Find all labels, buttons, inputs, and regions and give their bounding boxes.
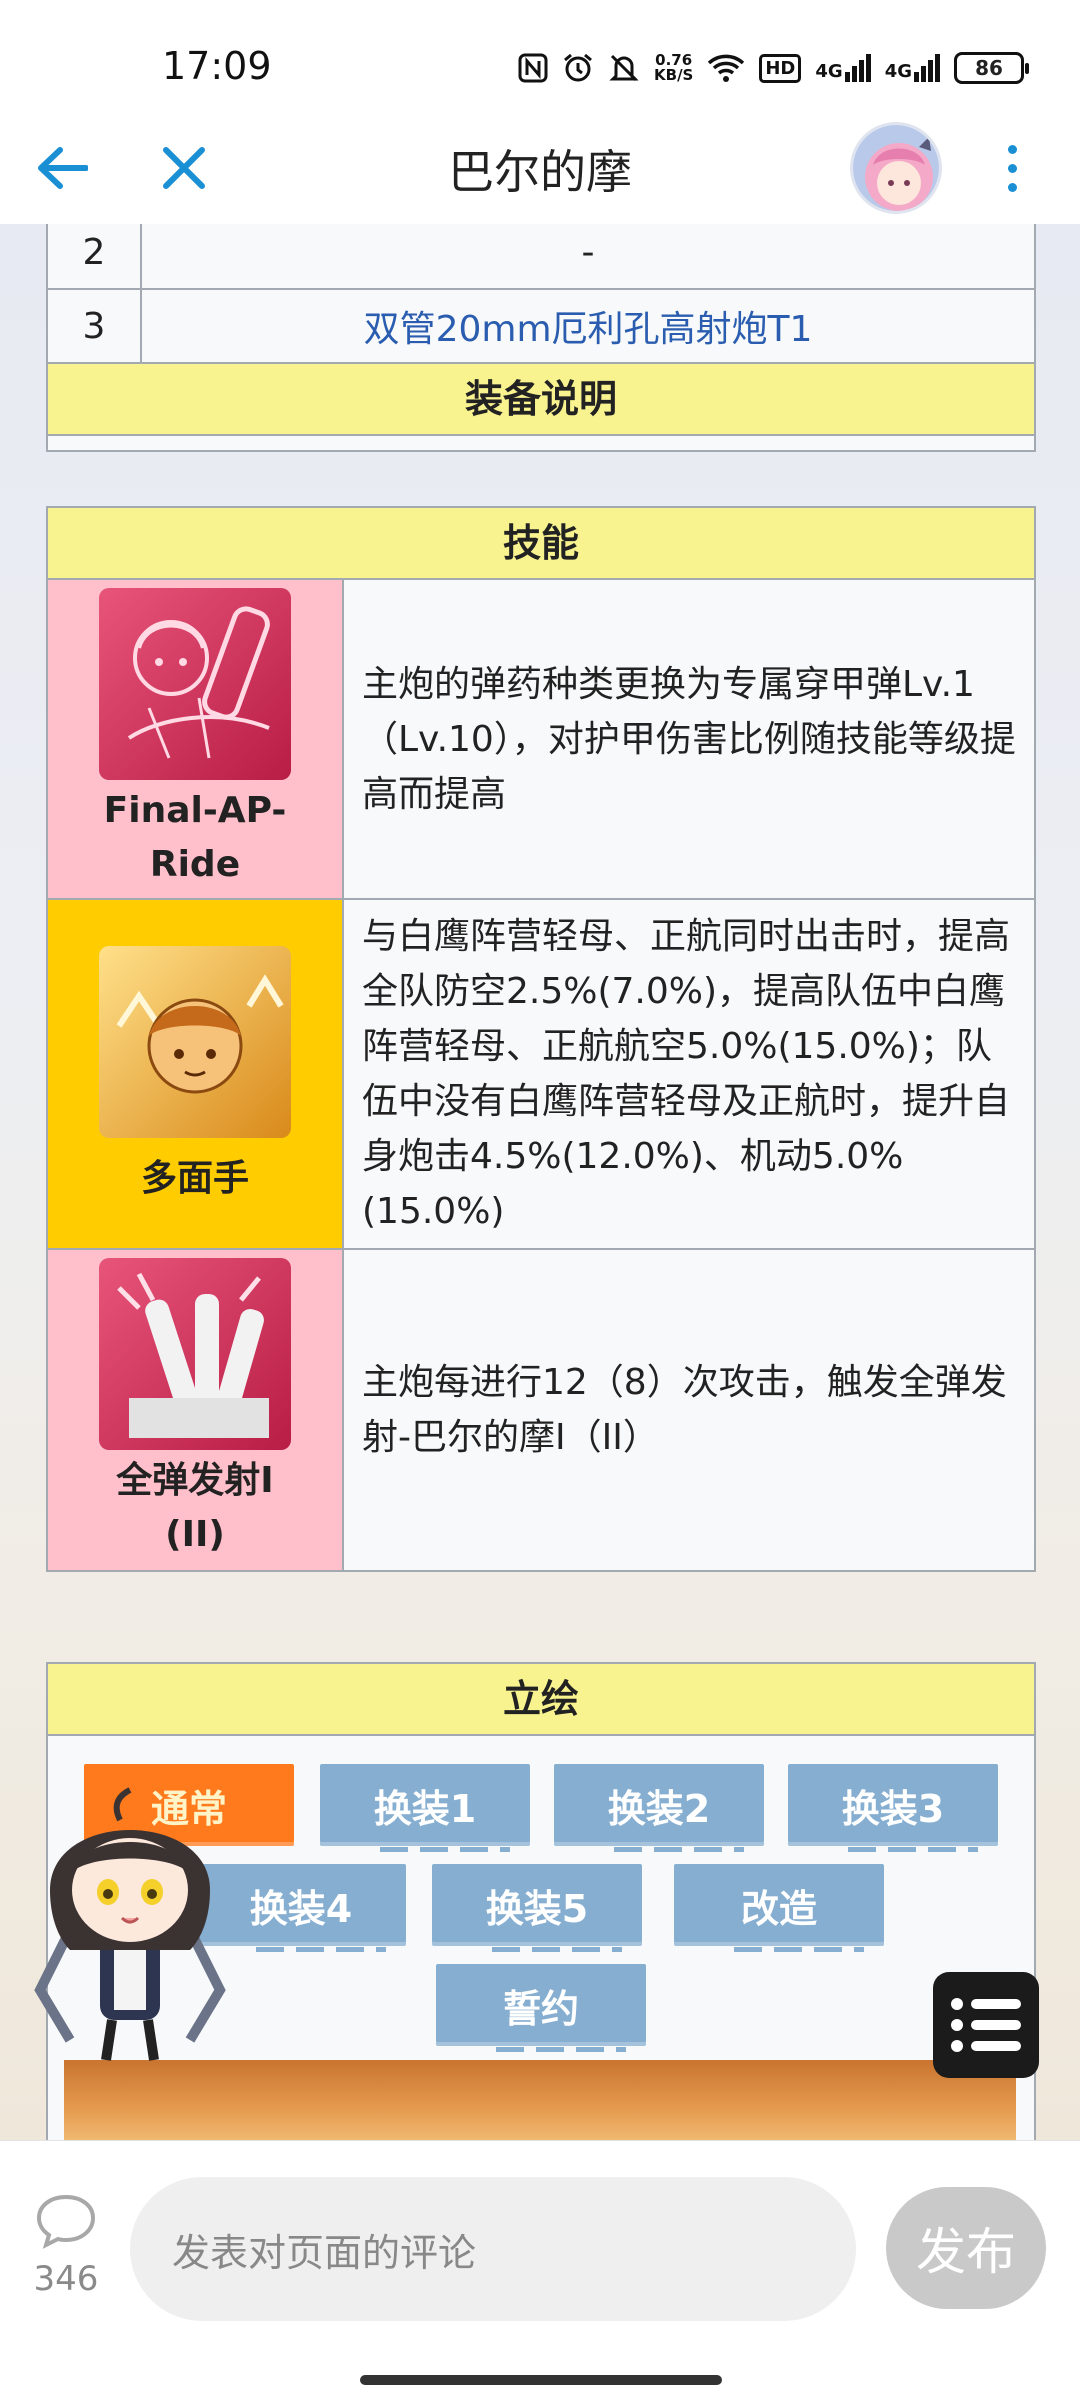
skill-description: 与白鹰阵营轻母、正航同时出击时，提高全队防空2.5%(7.0%)，提高队伍中白鹰…: [362, 916, 1011, 1232]
equipment-table: 2 - 3 双管20mm厄利孔高射炮T1 装备说明: [46, 224, 1036, 452]
tab-label: 换装3: [841, 1786, 945, 1831]
list-icon: [951, 1998, 1021, 2052]
skill-row: 多面手 与白鹰阵营轻母、正航同时出击时，提高全队防空2.5%(7.0%)，提高队…: [48, 900, 1034, 1250]
mascot-chibi[interactable]: [30, 1780, 230, 2070]
tab-label: 换装1: [373, 1786, 477, 1831]
illustration-header: 立绘: [48, 1664, 1034, 1736]
tab-skin-5[interactable]: 换装5: [432, 1864, 642, 1952]
skill-barrage-icon[interactable]: [99, 1258, 291, 1450]
more-dot: [1007, 163, 1017, 173]
comment-bar: 346 发表对页面的评论 发布: [0, 2140, 1080, 2400]
tab-skin-3[interactable]: 换装3: [788, 1764, 998, 1852]
back-button[interactable]: [28, 134, 96, 202]
battery-icon: 86: [954, 52, 1029, 84]
toc-menu-button[interactable]: [933, 1972, 1039, 2078]
signal-4g-icon: 4G: [815, 54, 871, 82]
equipment-link[interactable]: 双管20mm厄利孔高射炮T1: [142, 290, 1034, 362]
arrow-left-icon: [38, 147, 88, 189]
status-bar: 17:09 0.76 KB/S HD 4G 4G 86: [0, 0, 1080, 112]
user-avatar[interactable]: [850, 122, 942, 214]
tab-label: 换装4: [249, 1886, 353, 1931]
mute-bell-icon: [608, 52, 640, 84]
skill-description: 主炮每进行12（8）次攻击，触发全弹发射-巴尔的摩I（II）: [362, 1362, 1007, 1458]
tab-label: 改造: [740, 1886, 817, 1931]
equipment-slot-number: 3: [48, 290, 142, 362]
tab-oath[interactable]: 誓约: [436, 1964, 646, 2052]
skill-icon-cell: Final-AP-Ride: [48, 580, 344, 898]
signal-4g-icon-2: 4G: [885, 54, 940, 82]
nfc-icon: [518, 53, 548, 83]
skill-name: 全弹发射I (II): [116, 1460, 274, 1555]
alarm-icon: [562, 52, 594, 84]
home-indicator[interactable]: [360, 2375, 722, 2385]
comment-count: 346: [33, 2259, 99, 2299]
app-header: 巴尔的摩: [0, 112, 1080, 224]
equipment-row: 3 双管20mm厄利孔高射炮T1: [48, 290, 1034, 364]
equipment-row: 2 -: [48, 224, 1034, 290]
signal-4g-label-2: 4G: [884, 61, 912, 82]
wifi-icon: [707, 53, 745, 83]
equipment-name: -: [581, 231, 595, 273]
skills-header: 技能: [48, 508, 1034, 580]
comment-icon[interactable]: [34, 2193, 98, 2249]
skill-name: Final-AP-Ride: [103, 790, 287, 885]
close-button[interactable]: [150, 134, 218, 202]
signal-4g-label: 4G: [815, 61, 843, 82]
battery-level: 86: [975, 56, 1003, 80]
skill-name: 多面手: [140, 1158, 249, 1199]
status-time: 17:09: [162, 44, 272, 88]
illustration-image: [64, 2060, 1016, 2140]
tab-label: 换装2: [607, 1786, 711, 1831]
network-speed-unit: KB/S: [654, 66, 694, 84]
more-dot: [1007, 182, 1017, 192]
skill-icon-cell: 全弹发射I (II): [48, 1250, 344, 1570]
tab-skin-2[interactable]: 换装2: [554, 1764, 764, 1852]
equipment-description-header: 装备说明: [48, 364, 1034, 436]
tab-retrofit[interactable]: 改造: [674, 1864, 884, 1952]
comment-input[interactable]: 发表对页面的评论: [130, 2177, 856, 2321]
tab-label: 誓约: [502, 1986, 579, 2031]
skill-shell-icon[interactable]: [99, 588, 291, 780]
network-speed: 0.76 KB/S: [654, 53, 693, 83]
publish-button[interactable]: 发布: [886, 2187, 1046, 2309]
more-options-button[interactable]: [990, 134, 1034, 202]
skill-allrounder-icon[interactable]: [99, 946, 291, 1138]
equipment-description-body: [48, 436, 1034, 450]
hd-voice-icon: HD: [759, 53, 802, 83]
skill-icon-cell: 多面手: [48, 900, 344, 1248]
tab-label: 换装5: [485, 1886, 589, 1931]
more-dot: [1007, 144, 1017, 154]
close-icon: [163, 147, 205, 189]
status-icons: 0.76 KB/S HD 4G 4G 86: [518, 44, 1029, 92]
equipment-slot-number: 2: [48, 224, 142, 288]
skills-table: 技能 Final-AP-Ride 主炮的弹药种类更换为专属穿甲弹Lv.1（Lv.…: [46, 506, 1036, 1572]
skill-description: 主炮的弹药种类更换为专属穿甲弹Lv.1（Lv.10），对护甲伤害比例随技能等级提…: [362, 663, 1016, 815]
skill-row: Final-AP-Ride 主炮的弹药种类更换为专属穿甲弹Lv.1（Lv.10）…: [48, 580, 1034, 900]
skill-row: 全弹发射I (II) 主炮每进行12（8）次攻击，触发全弹发射-巴尔的摩I（II…: [48, 1250, 1034, 1570]
tab-skin-1[interactable]: 换装1: [320, 1764, 530, 1852]
page-title: 巴尔的摩: [448, 145, 632, 199]
